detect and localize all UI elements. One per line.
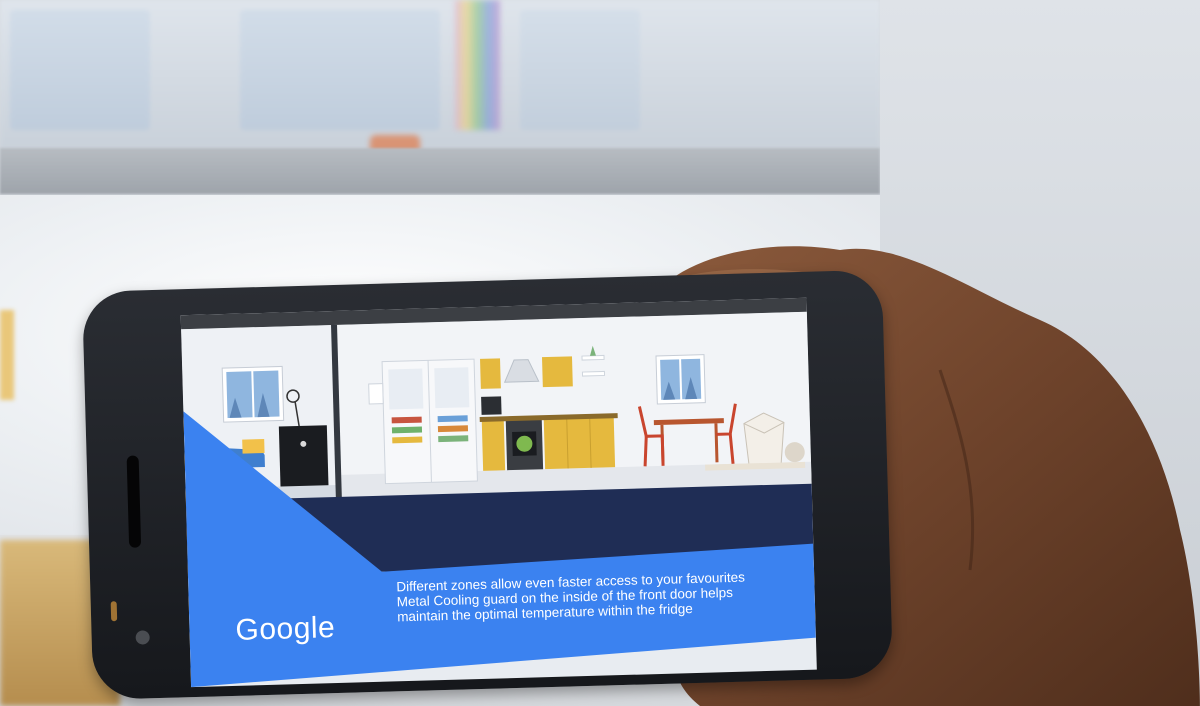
- background-yellow-strip: [0, 310, 14, 400]
- background-shelf-bar: [0, 148, 880, 194]
- phone-speaker: [126, 455, 142, 548]
- smartphone: Google Different zones allow even faster…: [82, 269, 894, 700]
- photo-scene: Google Different zones allow even faster…: [0, 0, 1200, 706]
- google-logo: Google: [235, 611, 336, 647]
- phone-screen: Google Different zones allow even faster…: [180, 297, 817, 688]
- background-shelf-top: [0, 0, 880, 150]
- phone-front-camera: [135, 630, 150, 645]
- background-colorful-object: [455, 0, 500, 130]
- phone-sensor: [110, 601, 118, 622]
